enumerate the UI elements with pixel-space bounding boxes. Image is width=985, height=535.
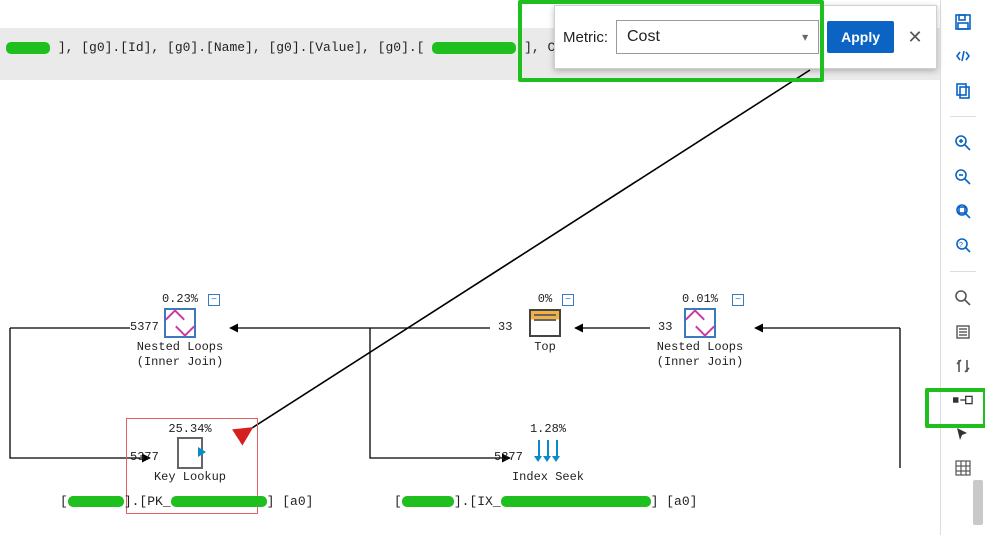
node-subtitle: (Inner Join) bbox=[640, 355, 760, 370]
script-icon[interactable] bbox=[953, 46, 973, 66]
nested-loops-icon bbox=[684, 308, 716, 338]
key-lookup-icon bbox=[177, 437, 203, 469]
collapse-toggle[interactable]: − bbox=[732, 294, 744, 306]
nested-loops-icon bbox=[164, 308, 196, 338]
zoom-out-icon[interactable] bbox=[953, 167, 973, 187]
right-toolbar: ? bbox=[940, 0, 985, 535]
metric-label: Metric: bbox=[563, 29, 608, 46]
zoom-custom-icon[interactable]: ? bbox=[953, 235, 973, 255]
copy-icon[interactable] bbox=[953, 80, 973, 100]
chevron-down-icon: ▾ bbox=[802, 30, 808, 44]
node-title: Key Lookup bbox=[130, 470, 250, 485]
top-icon bbox=[529, 309, 561, 337]
node-title: Nested Loops bbox=[640, 340, 760, 355]
index-seek-icon bbox=[533, 440, 563, 466]
collapse-toggle[interactable]: − bbox=[208, 294, 220, 306]
zoom-fit-icon[interactable] bbox=[953, 201, 973, 221]
grid-icon[interactable] bbox=[953, 458, 973, 478]
highlight-expensive-icon[interactable] bbox=[953, 390, 973, 410]
object-label: [].[IX_] [a0] bbox=[394, 494, 697, 509]
row-count: 5377 bbox=[494, 450, 523, 464]
metric-panel: Metric: Cost ▾ Apply ✕ bbox=[554, 5, 937, 69]
compare-icon[interactable] bbox=[953, 356, 973, 376]
row-count: 5377 bbox=[130, 320, 159, 334]
node-title: Nested Loops bbox=[120, 340, 240, 355]
node-cost: 0% bbox=[485, 292, 605, 306]
sql-fragment: ], [g0].[Id], [g0].[Name], [g0].[Value],… bbox=[58, 40, 425, 55]
svg-text:?: ? bbox=[959, 242, 963, 249]
apply-button[interactable]: Apply bbox=[827, 21, 894, 53]
properties-icon[interactable] bbox=[953, 322, 973, 342]
row-count: 33 bbox=[658, 320, 672, 334]
row-count: 33 bbox=[498, 320, 512, 334]
save-icon[interactable] bbox=[953, 12, 973, 32]
node-subtitle: (Inner Join) bbox=[120, 355, 240, 370]
node-title: Top bbox=[485, 340, 605, 355]
row-count: 5377 bbox=[130, 450, 159, 464]
collapse-toggle[interactable]: − bbox=[562, 294, 574, 306]
object-label: [].[PK_] [a0] bbox=[60, 494, 313, 509]
node-cost: 0.23% bbox=[120, 292, 240, 306]
zoom-in-icon[interactable] bbox=[953, 133, 973, 153]
node-cost: 25.34% bbox=[130, 422, 250, 436]
node-title: Index Seek bbox=[488, 470, 608, 485]
cursor-icon[interactable] bbox=[953, 424, 973, 444]
metric-select[interactable]: Cost ▾ bbox=[616, 20, 819, 54]
find-icon[interactable] bbox=[953, 288, 973, 308]
scrollbar-thumb[interactable] bbox=[973, 480, 983, 525]
close-icon[interactable]: ✕ bbox=[902, 24, 928, 50]
metric-selected-value: Cost bbox=[627, 28, 660, 46]
node-cost: 1.28% bbox=[488, 422, 608, 436]
